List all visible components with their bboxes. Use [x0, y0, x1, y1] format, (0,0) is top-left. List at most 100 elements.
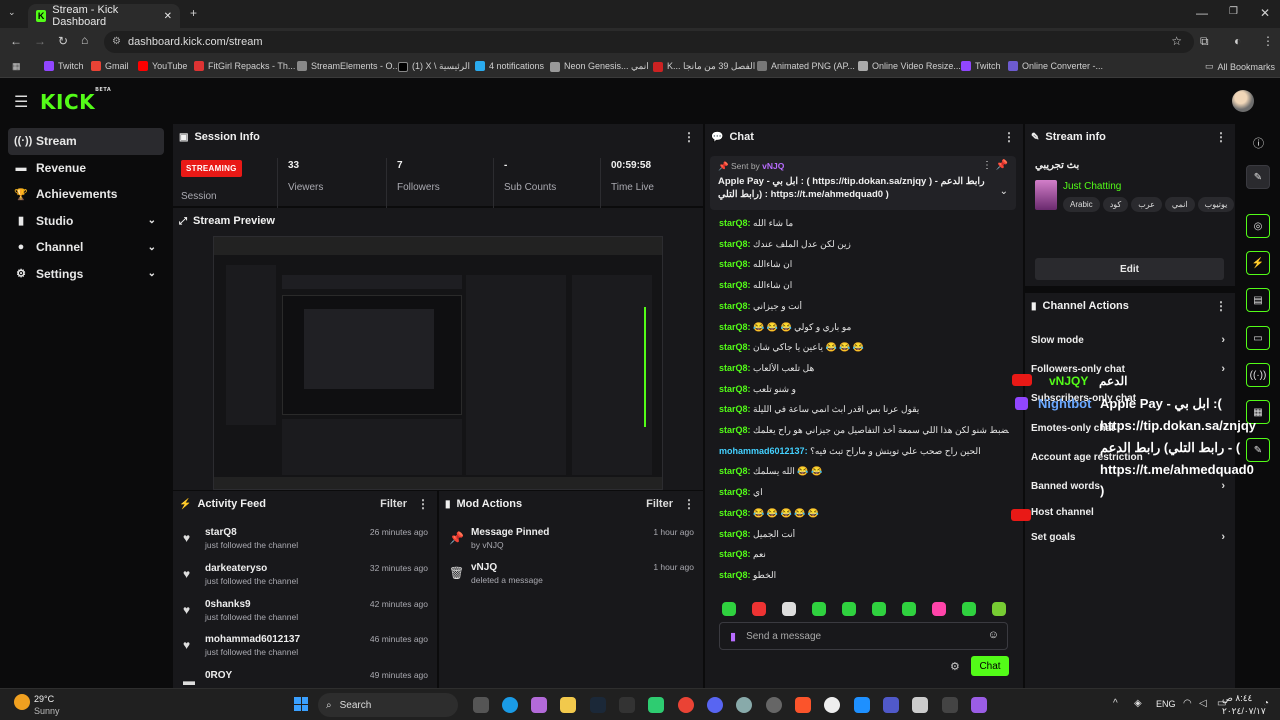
volume-icon[interactable]: ◁	[1199, 698, 1207, 709]
sidebar-item-channel[interactable]: ● Channel ⌄	[8, 234, 164, 261]
app-icon[interactable]	[736, 697, 752, 713]
clock-date[interactable]: ٢٠٢٤/٠٧/١٧	[1222, 706, 1266, 717]
filter-button[interactable]: Filter	[646, 498, 673, 510]
chat-message[interactable]: starQ8: 😂 😂 😂 😂 😂	[719, 508, 1009, 528]
more-icon[interactable]: ⋮	[683, 497, 695, 511]
chat-username[interactable]: starQ8	[719, 384, 748, 394]
chat-message[interactable]: starQ8: ما شاء الله	[719, 218, 1009, 238]
profile-icon[interactable]: ◐	[1234, 34, 1241, 48]
app-icon[interactable]	[619, 697, 635, 713]
emote-icon[interactable]	[962, 602, 976, 616]
site-info-icon[interactable]: ⚙	[112, 36, 121, 47]
avatar[interactable]	[1232, 90, 1254, 112]
bookmark-item[interactable]: Twitch	[44, 61, 84, 71]
set-goals-row[interactable]: Set goals ›	[1031, 527, 1227, 547]
clip-quick-icon[interactable]: ◎	[1246, 214, 1270, 238]
chat-message[interactable]: starQ8: ان شاءالله	[719, 259, 1009, 279]
bookmark-item[interactable]: Online Video Resize...	[858, 61, 961, 71]
video-player[interactable]	[213, 236, 663, 490]
app-icon[interactable]	[648, 697, 664, 713]
chat-username[interactable]: starQ8	[719, 425, 748, 435]
pinned-message[interactable]: 📌 Sent by vNJQ Apple Pay - ابل بي : ( ht…	[710, 156, 1016, 210]
chat-message[interactable]: starQ8: أنت الجميل	[719, 529, 1009, 549]
github-icon[interactable]	[824, 697, 840, 713]
chat-message[interactable]: starQ8: اي	[719, 487, 1009, 507]
reload-icon[interactable]: ↻	[58, 34, 68, 48]
unpin-icon[interactable]: 📌	[996, 160, 1008, 171]
chat-message[interactable]: starQ8: ان شاءالله	[719, 280, 1009, 300]
sidebar-item-achievements[interactable]: 🏆 Achievements	[8, 181, 164, 208]
chat-username[interactable]: starQ8	[719, 363, 748, 373]
apps-icon[interactable]: ▦	[12, 61, 21, 72]
chat-message[interactable]: starQ8: زين لكن عدل الملف عندك	[719, 239, 1009, 259]
chat-username[interactable]: starQ8	[719, 342, 748, 352]
wifi-icon[interactable]: ◠	[1183, 698, 1192, 709]
more-icon[interactable]: ⋮	[417, 497, 429, 511]
chat-username[interactable]: starQ8	[719, 404, 748, 414]
broadcast-quick-icon[interactable]: ((·))	[1246, 363, 1270, 387]
chrome-icon[interactable]	[678, 697, 694, 713]
sidebar-item-settings[interactable]: ⚙ Settings ⌄	[8, 261, 164, 288]
discord-icon[interactable]	[707, 697, 723, 713]
all-bookmarks[interactable]: ▭ All Bookmarks	[1205, 61, 1275, 72]
chat-message[interactable]: starQ8: الخطو	[719, 570, 1009, 590]
window-close-icon[interactable]: ✕	[1260, 6, 1270, 20]
chat-username[interactable]: starQ8	[719, 301, 748, 311]
minimize-icon[interactable]: —	[1196, 6, 1208, 20]
edit-button[interactable]: Edit	[1035, 258, 1224, 280]
chat-username[interactable]: starQ8	[719, 549, 748, 559]
browser-menu-icon[interactable]: ⋮	[1262, 34, 1274, 48]
chat-username[interactable]: starQ8	[719, 218, 748, 228]
bookmark-item[interactable]: Animated PNG (AP...	[757, 61, 855, 71]
emoji-icon[interactable]: ☺	[988, 629, 999, 641]
brave-icon[interactable]	[795, 697, 811, 713]
category-link[interactable]: Just Chatting	[1063, 181, 1121, 192]
app-icon[interactable]	[971, 697, 987, 713]
app-icon[interactable]	[854, 697, 870, 713]
sidebar-item-studio[interactable]: ▮ Studio ⌄	[8, 208, 164, 235]
edge-icon[interactable]	[502, 697, 518, 713]
bookmark-item[interactable]: Twitch	[961, 61, 1001, 71]
chevron-down-icon[interactable]: ⌄	[1000, 186, 1008, 197]
home-icon[interactable]: ⌂	[81, 33, 88, 47]
chat-message[interactable]: starQ8: نعم	[719, 549, 1009, 569]
more-icon[interactable]: ⋮	[683, 130, 695, 144]
more-icon[interactable]: ⋮	[982, 160, 992, 171]
emote-icon[interactable]	[812, 602, 826, 616]
chat-message[interactable]: starQ8: أنت و جيزاني	[719, 301, 1009, 321]
app-icon[interactable]	[912, 697, 928, 713]
steam-icon[interactable]	[590, 697, 606, 713]
chat-message[interactable]: starQ8: مو باري و كولي 😂 😂 😂	[719, 322, 1009, 342]
teams-icon[interactable]	[883, 697, 899, 713]
bookmark-item[interactable]: StreamElements - O...	[297, 61, 400, 71]
chat-input[interactable]: ▮ Send a message ☺	[719, 622, 1008, 650]
chat-username[interactable]: starQ8	[719, 280, 748, 290]
app-icon[interactable]	[766, 697, 782, 713]
emote-icon[interactable]	[992, 602, 1006, 616]
host-channel-row[interactable]: Host channel	[1031, 502, 1227, 522]
bookmark-item[interactable]: FitGirl Repacks - Th...	[194, 61, 295, 71]
sidebar-item-stream[interactable]: ((·)) Stream	[8, 128, 164, 155]
chat-username[interactable]: starQ8	[719, 322, 748, 332]
bookmark-item[interactable]: Online Converter -...	[1008, 61, 1103, 71]
chat-username[interactable]: starQ8	[719, 508, 748, 518]
bookmark-item[interactable]: K... الفصل 39 من مانجا	[653, 61, 755, 72]
chat-message[interactable]: starQ8: و شنو تلعب	[719, 384, 1009, 404]
emote-icon[interactable]	[902, 602, 916, 616]
emote-icon[interactable]	[932, 602, 946, 616]
chat-message[interactable]: starQ8: 😂 😂 😂 ياعين يا جاكي شان	[719, 342, 1009, 362]
back-icon[interactable]: ←	[10, 34, 22, 48]
chat-username[interactable]: starQ8	[719, 529, 748, 539]
edit-quick-icon[interactable]: ✎	[1246, 165, 1270, 189]
banned-words-row[interactable]: Banned words ›	[1031, 476, 1227, 496]
info-icon[interactable]: ⓘ	[1253, 135, 1264, 151]
tray-app-icon[interactable]: ◈	[1134, 698, 1142, 709]
chat-username[interactable]: starQ8	[719, 570, 748, 580]
forward-icon[interactable]: →	[34, 34, 46, 48]
chat-username[interactable]: starQ8	[719, 259, 748, 269]
new-tab-icon[interactable]: +	[190, 6, 197, 20]
more-icon[interactable]: ⋮	[1215, 130, 1227, 144]
filter-button[interactable]: Filter	[380, 498, 407, 510]
chat-message[interactable]: starQ8: ما ادري بضبط شنو لكن هذا اللي سم…	[719, 425, 1009, 445]
taskbar-search[interactable]: ⌕ Search	[318, 693, 458, 717]
